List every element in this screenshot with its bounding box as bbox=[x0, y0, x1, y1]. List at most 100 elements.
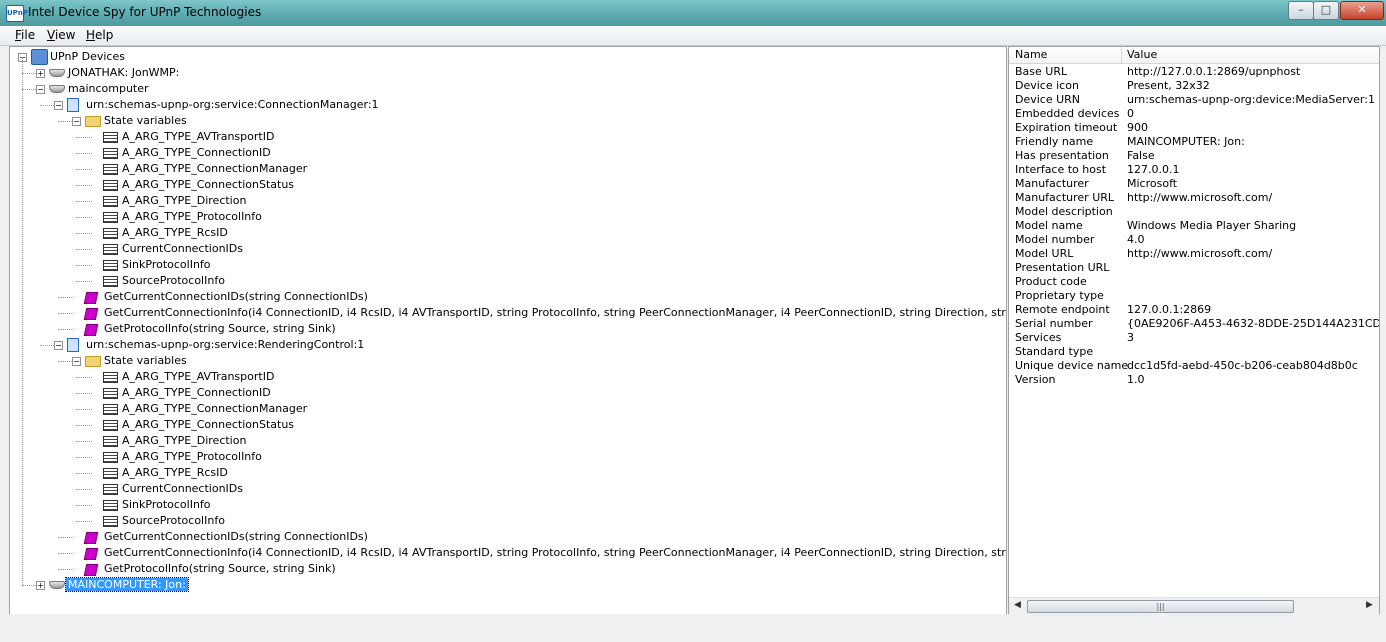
property-row[interactable]: Friendly name MAINCOMPUTER: Jon: bbox=[1009, 135, 1379, 149]
property-row[interactable]: Device URN urn:schemas-upnp-org:device:Me… bbox=[1009, 93, 1379, 107]
tree-state-variable[interactable]: A_ARG_TYPE_ProtocolInfo bbox=[10, 209, 1000, 225]
tree-device-jonathak[interactable]: + JONATHAK: JonWMP: bbox=[10, 65, 1000, 81]
tree-state-variable[interactable]: SinkProtocolInfo bbox=[10, 257, 1000, 273]
property-list[interactable]: Name Value Base URL http://127.0.0.1:2869… bbox=[1008, 46, 1380, 615]
property-row[interactable]: Remote endpoint 127.0.0.1:2869 bbox=[1009, 303, 1379, 317]
collapse-icon[interactable]: − bbox=[72, 357, 81, 366]
tree-action[interactable]: GetCurrentConnectionInfo(i4 ConnectionID… bbox=[10, 545, 1006, 561]
property-row[interactable]: Expiration timeout 900 bbox=[1009, 121, 1379, 135]
expand-icon[interactable]: + bbox=[36, 69, 45, 78]
menu-help-mnemonic: H bbox=[86, 28, 96, 42]
tree-action[interactable]: GetCurrentConnectionIDs(string Connectio… bbox=[10, 289, 1000, 305]
column-header-name[interactable]: Name bbox=[1015, 48, 1047, 61]
collapse-icon[interactable]: − bbox=[72, 117, 81, 126]
tree-state-variable[interactable]: A_ARG_TYPE_ConnectionStatus bbox=[10, 417, 1000, 433]
property-row[interactable]: Unique device name dcc1d5fd-aebd-450c-b20… bbox=[1009, 359, 1379, 373]
menu-help[interactable]: Help bbox=[86, 28, 113, 42]
tree-action[interactable]: GetCurrentConnectionInfo(i4 ConnectionID… bbox=[10, 305, 1006, 321]
title-bar: UPnP Intel Device Spy for UPnP Technolog… bbox=[0, 0, 1386, 26]
tree-state-variable[interactable]: A_ARG_TYPE_Direction bbox=[10, 433, 1000, 449]
tree-node-label: GetCurrentConnectionIDs(string Connectio… bbox=[104, 530, 368, 543]
tree-node-label: A_ARG_TYPE_ConnectionManager bbox=[122, 162, 308, 175]
tree-state-variable[interactable]: A_ARG_TYPE_AVTransportID bbox=[10, 369, 1000, 385]
tree-device-maincomputer[interactable]: − maincomputer bbox=[10, 81, 1000, 97]
tree-state-variable[interactable]: SourceProtocolInfo bbox=[10, 273, 1000, 289]
tree-state-variables-folder[interactable]: − State variables bbox=[10, 113, 1000, 129]
tree-action[interactable]: GetProtocolInfo(string Source, string Si… bbox=[10, 321, 1000, 337]
menu-view-label: iew bbox=[54, 28, 76, 42]
property-row[interactable]: Presentation URL bbox=[1009, 261, 1379, 275]
property-row[interactable]: Model name Windows Media Player Sharing bbox=[1009, 219, 1379, 233]
property-row[interactable]: Services 3 bbox=[1009, 331, 1379, 345]
tree-state-variable[interactable]: CurrentConnectionIDs bbox=[10, 241, 1000, 257]
property-row[interactable]: Model description bbox=[1009, 205, 1379, 219]
property-row[interactable]: Model URL http://www.microsoft.com/ bbox=[1009, 247, 1379, 261]
tree-state-variable[interactable]: A_ARG_TYPE_ConnectionID bbox=[10, 145, 1000, 161]
property-row[interactable]: Standard type bbox=[1009, 345, 1379, 359]
scroll-right-icon[interactable]: ▶ bbox=[1366, 600, 1373, 610]
tree-state-variable[interactable]: A_ARG_TYPE_RcsID bbox=[10, 225, 1000, 241]
close-button[interactable]: ✕ bbox=[1340, 1, 1384, 20]
tree-state-variable[interactable]: A_ARG_TYPE_ConnectionManager bbox=[10, 161, 1000, 177]
state-variable-icon bbox=[103, 276, 118, 287]
tree-state-variable[interactable]: A_ARG_TYPE_ConnectionStatus bbox=[10, 177, 1000, 193]
horizontal-scrollbar[interactable]: ◀ ||| ▶ bbox=[1009, 597, 1379, 614]
upnp-devices-icon bbox=[31, 49, 48, 65]
property-value: 3 bbox=[1127, 331, 1134, 344]
column-header-value[interactable]: Value bbox=[1127, 48, 1157, 61]
property-row[interactable]: Model number 4.0 bbox=[1009, 233, 1379, 247]
tree-state-variable[interactable]: SourceProtocolInfo bbox=[10, 513, 1000, 529]
minimize-button[interactable]: – bbox=[1288, 1, 1314, 20]
tree-connector bbox=[76, 217, 92, 218]
tree-root[interactable]: − UPnP Devices bbox=[10, 49, 1000, 65]
property-row[interactable]: Serial number {0AE9206F-A453-4632-8DDE-25… bbox=[1009, 317, 1379, 331]
tree-connector bbox=[76, 265, 92, 266]
tree-state-variables-folder[interactable]: − State variables bbox=[10, 353, 1000, 369]
tree-service-1[interactable]: − urn:schemas-upnp-org:service:Connection… bbox=[10, 97, 1000, 113]
tree-action[interactable]: GetCurrentConnectionIDs(string Connectio… bbox=[10, 529, 1000, 545]
property-row[interactable]: Device icon Present, 32x32 bbox=[1009, 79, 1379, 93]
collapse-icon[interactable]: − bbox=[54, 101, 63, 110]
column-divider[interactable] bbox=[1121, 47, 1122, 63]
property-row[interactable]: Product code bbox=[1009, 275, 1379, 289]
menu-file[interactable]: File bbox=[15, 28, 35, 42]
tree-connector bbox=[58, 537, 74, 538]
tree-state-variable[interactable]: A_ARG_TYPE_ConnectionManager bbox=[10, 401, 1000, 417]
property-row[interactable]: Base URL http://127.0.0.1:2869/upnphost bbox=[1009, 65, 1379, 79]
tree-node-label: State variables bbox=[104, 354, 187, 367]
tree-state-variable[interactable]: A_ARG_TYPE_Direction bbox=[10, 193, 1000, 209]
menu-help-label: elp bbox=[95, 28, 114, 42]
tree-action[interactable]: GetProtocolInfo(string Source, string Si… bbox=[10, 561, 1000, 577]
tree-state-variable[interactable]: SinkProtocolInfo bbox=[10, 497, 1000, 513]
property-row[interactable]: Interface to host 127.0.0.1 bbox=[1009, 163, 1379, 177]
tree-connector bbox=[76, 201, 92, 202]
upnp-app-icon: UPnP bbox=[6, 5, 28, 22]
menu-view[interactable]: View bbox=[47, 28, 75, 42]
device-icon bbox=[49, 85, 65, 93]
property-row[interactable]: Embedded devices 0 bbox=[1009, 107, 1379, 121]
tree-state-variable[interactable]: A_ARG_TYPE_RcsID bbox=[10, 465, 1000, 481]
tree-state-variable[interactable]: A_ARG_TYPE_AVTransportID bbox=[10, 129, 1000, 145]
tree-state-variable[interactable]: CurrentConnectionIDs bbox=[10, 481, 1000, 497]
property-row[interactable]: Manufacturer Microsoft bbox=[1009, 177, 1379, 191]
scroll-thumb[interactable]: ||| bbox=[1027, 600, 1294, 613]
property-row[interactable]: Manufacturer URL http://www.microsoft.com… bbox=[1009, 191, 1379, 205]
device-tree[interactable]: − UPnP Devices + JONATHAK: JonWMP: − maincomp… bbox=[9, 46, 1007, 615]
tree-service-2[interactable]: − urn:schemas-upnp-org:service:RenderingC… bbox=[10, 337, 1000, 353]
status-bar bbox=[0, 614, 1386, 642]
collapse-icon[interactable]: − bbox=[36, 85, 45, 94]
tree-state-variable[interactable]: A_ARG_TYPE_ConnectionID bbox=[10, 385, 1000, 401]
tree-connector bbox=[76, 489, 92, 490]
tree-node-label: A_ARG_TYPE_ConnectionStatus bbox=[122, 178, 295, 191]
tree-state-variable[interactable]: A_ARG_TYPE_ProtocolInfo bbox=[10, 449, 1000, 465]
property-row[interactable]: Version 1.0 bbox=[1009, 373, 1379, 387]
expand-icon[interactable]: + bbox=[36, 581, 45, 590]
maximize-button[interactable]: □ bbox=[1313, 1, 1339, 20]
scroll-left-icon[interactable]: ◀ bbox=[1014, 600, 1021, 610]
property-row[interactable]: Proprietary type bbox=[1009, 289, 1379, 303]
tree-device-maincomputer-jon[interactable]: + MAINCOMPUTER: Jon: bbox=[10, 577, 1000, 593]
collapse-icon[interactable]: − bbox=[54, 341, 63, 350]
property-row[interactable]: Has presentation False bbox=[1009, 149, 1379, 163]
tree-node-label: A_ARG_TYPE_AVTransportID bbox=[122, 130, 275, 143]
state-variable-icon bbox=[103, 484, 118, 495]
